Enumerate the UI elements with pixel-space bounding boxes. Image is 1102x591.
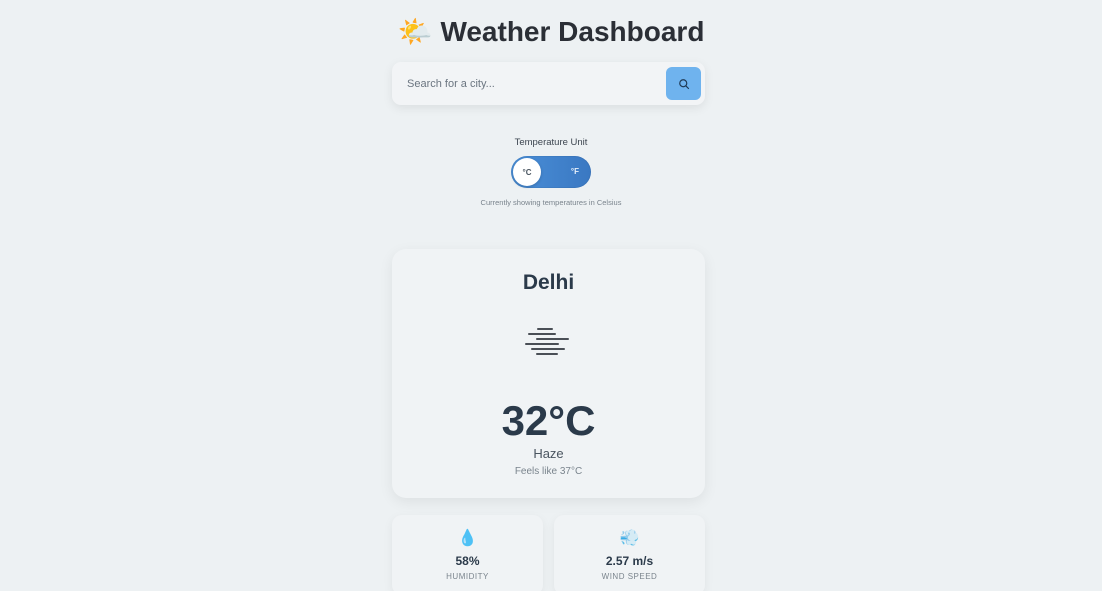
unit-caption: Currently showing temperatures in Celsiu… bbox=[480, 198, 622, 207]
toggle-option-celsius[interactable]: °C bbox=[513, 158, 541, 186]
page-title: Weather Dashboard bbox=[440, 16, 705, 47]
wind-speed-label: WIND SPEED bbox=[601, 572, 658, 581]
page-header: 🌤️ Weather Dashboard bbox=[0, 15, 1102, 49]
wind-icon: 💨 bbox=[619, 530, 640, 547]
wind-speed-card: 💨 2.57 m/s WIND SPEED bbox=[554, 515, 705, 591]
search-input[interactable] bbox=[392, 62, 662, 105]
weather-dashboard: 🌤️ Weather Dashboard Temperature Unit °C… bbox=[0, 0, 1102, 591]
search-bar bbox=[392, 62, 705, 105]
unit-section: Temperature Unit °C °F Currently showing… bbox=[0, 137, 1102, 207]
wind-speed-value: 2.57 m/s bbox=[605, 554, 654, 568]
search-icon bbox=[678, 78, 689, 89]
sun-behind-cloud-icon: 🌤️ bbox=[397, 16, 433, 47]
toggle-option-fahrenheit[interactable]: °F bbox=[571, 156, 579, 188]
droplet-icon: 💧 bbox=[457, 530, 478, 547]
current-temperature: 32°C bbox=[501, 397, 596, 444]
humidity-label: HUMIDITY bbox=[446, 572, 489, 581]
haze-icon bbox=[525, 328, 569, 355]
unit-toggle[interactable]: °C °F bbox=[511, 156, 591, 188]
city-name: Delhi bbox=[522, 271, 575, 294]
search-button[interactable] bbox=[666, 67, 701, 100]
weather-condition: Haze bbox=[533, 446, 564, 461]
humidity-card: 💧 58% HUMIDITY bbox=[392, 515, 543, 591]
current-weather-card: Delhi 32°C Haze Feels like 37°C bbox=[392, 249, 705, 498]
feels-like: Feels like 37°C bbox=[514, 466, 583, 477]
humidity-value: 58% bbox=[455, 554, 480, 568]
unit-label: Temperature Unit bbox=[514, 137, 588, 148]
